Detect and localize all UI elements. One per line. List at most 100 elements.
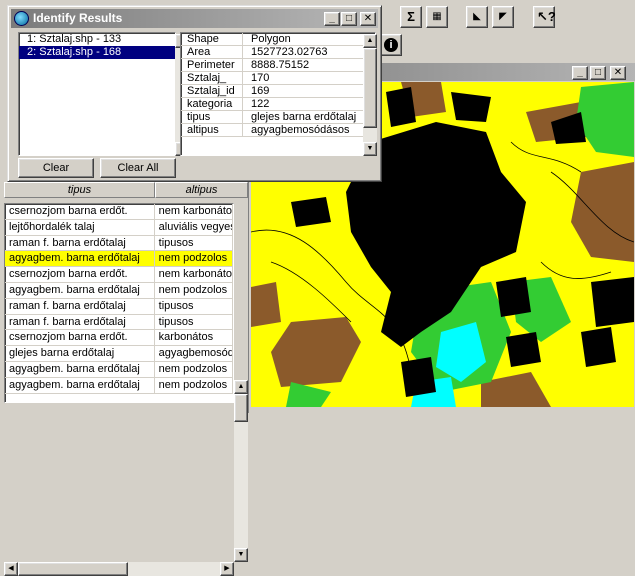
identify-results-dialog: Identify Results _ □ ✕ 1: Sztalaj.shp - … [7, 5, 382, 182]
attribute-row: tipus glejes barna erdőtalaj [181, 111, 375, 124]
map-polygon [401, 357, 436, 397]
table-body: csernozjom barna erdőt. nem karbonátos lej… [4, 203, 234, 403]
feature-list-item[interactable]: 2: Sztalaj.shp - 168 [19, 46, 175, 59]
clear-button[interactable]: Clear [18, 158, 94, 178]
table-row[interactable]: raman f. barna erdőtalaj tipusos [5, 235, 233, 252]
attribute-row: Sztalaj_id 169 [181, 85, 375, 98]
table-row[interactable]: agyagbem. barna erdőtalaj nem podzolos [5, 377, 233, 394]
chart-tool-button[interactable]: ◣ [466, 6, 488, 28]
scroll-up-button[interactable]: ▲ [234, 380, 248, 394]
scroll-thumb[interactable] [363, 48, 377, 128]
table-row[interactable]: lejtőhordalék talaj aluviális vegyes [5, 219, 233, 236]
table-cell: nem podzolos [155, 361, 233, 377]
map-polygon [386, 87, 416, 127]
attribute-key: Sztalaj_id [181, 85, 243, 97]
map-maximize-button[interactable]: □ [590, 66, 606, 80]
attribute-key: Perimeter [181, 59, 243, 71]
table-cell: nem podzolos [155, 282, 233, 298]
table-cell: csernozjom barna erdőt. [5, 330, 155, 346]
globe-icon [14, 11, 29, 26]
feature-list-items: 1: Sztalaj.shp - 133 2: Sztalaj.shp - 168 [19, 33, 175, 59]
map-polygon [291, 197, 331, 227]
scroll-left-button[interactable]: ◀ [4, 562, 18, 576]
table-row[interactable]: raman f. barna erdőtalaj tipusos [5, 314, 233, 331]
table-cell: tipusos [155, 314, 233, 330]
table-cell: agyagbem. barna erdőtalaj [5, 377, 155, 393]
attribute-value: Polygon [251, 33, 291, 45]
feature-list[interactable]: 1: Sztalaj.shp - 133 2: Sztalaj.shp - 168… [18, 32, 189, 156]
table-cell: tipusos [155, 235, 233, 251]
layout-icon: ◤ [499, 11, 507, 22]
arrow-down-icon: ▼ [366, 145, 374, 152]
table-row[interactable]: raman f. barna erdőtalaj tipusos [5, 298, 233, 315]
map-close-button[interactable]: ✕ [610, 66, 626, 80]
table-vertical-scrollbar[interactable]: ▲ ▼ [234, 380, 248, 562]
scroll-thumb[interactable] [18, 562, 128, 576]
table-cell: agyagbem. barna erdőtalaj [5, 282, 155, 298]
table-horizontal-scrollbar[interactable]: ◀ ▶ [4, 562, 234, 576]
help-tool-button[interactable]: ↖? [533, 6, 556, 28]
table-row[interactable]: agyagbem. barna erdőtalaj nem podzolos [5, 282, 233, 299]
arrow-up-icon: ▲ [237, 383, 245, 390]
feature-list-item[interactable]: 1: Sztalaj.shp - 133 [19, 33, 175, 46]
attribute-key: tipus [181, 111, 243, 123]
attribute-row: kategoria 122 [181, 98, 375, 111]
chart-icon: ◣ [473, 11, 481, 22]
arrow-right-icon: ▶ [224, 565, 230, 572]
table-cell: nem karbonátos [155, 267, 233, 282]
table-cell: tipusos [155, 298, 233, 314]
attribute-value: 169 [251, 85, 270, 97]
map-minimize-button[interactable]: _ [572, 66, 588, 80]
identify-tool-button[interactable]: i [380, 34, 402, 56]
table-row[interactable]: agyagbem. barna erdőtalaj nem podzolos [5, 361, 233, 378]
attribute-grid: Shape Polygon Area 1527723.02763 Perimeter 88… [180, 32, 377, 156]
attribute-key: altipus [181, 124, 243, 136]
arrow-down-icon: ▼ [237, 551, 245, 558]
dialog-minimize-button[interactable]: _ [324, 12, 340, 26]
attribute-row: Sztalaj_ 170 [181, 72, 375, 85]
map-polygon [591, 277, 634, 327]
map-polygon [251, 282, 281, 327]
clear-all-button[interactable]: Clear All [100, 158, 176, 178]
dialog-titlebar[interactable]: Identify Results _ □ ✕ [11, 9, 378, 28]
scroll-up-button[interactable]: ▲ [363, 34, 377, 48]
calculator-icon: ▦ [432, 11, 442, 22]
arrow-up-icon: ▲ [366, 37, 374, 44]
attribute-row: Area 1527723.02763 [181, 46, 375, 59]
table-cell: karbonátos [155, 330, 233, 346]
scroll-thumb[interactable] [234, 394, 248, 422]
table-cell: csernozjom barna erdőt. [5, 204, 155, 219]
scroll-down-button[interactable]: ▼ [363, 142, 377, 156]
attribute-value: 170 [251, 72, 270, 84]
calculator-tool-button[interactable]: ▦ [426, 6, 448, 28]
table-row[interactable]: csernozjom barna erdőt. karbonátos [5, 330, 233, 347]
table-cell: nem podzolos [155, 377, 233, 393]
table-cell: nem karbonátos [155, 204, 233, 219]
column-header-altipus[interactable]: altipus [155, 182, 248, 198]
scroll-down-button[interactable]: ▼ [234, 548, 248, 562]
attribute-value: 8888.75152 [251, 59, 310, 71]
dialog-maximize-button[interactable]: □ [341, 12, 357, 26]
table-row[interactable]: agyagbem. barna erdőtalaj nem podzolos [5, 251, 233, 268]
attribute-row: Shape Polygon [181, 33, 375, 46]
attribute-scrollbar[interactable]: ▲ ▼ [363, 34, 377, 156]
table-row[interactable]: csernozjom barna erdőt. nem karbonátos [5, 267, 233, 283]
sigma-tool-button[interactable]: Σ [400, 6, 422, 28]
table-row[interactable]: glejes barna erdőtalajagyagbemosódásos [5, 346, 233, 362]
attribute-value: glejes barna erdőtalaj [251, 111, 357, 123]
attribute-key: Sztalaj_ [181, 72, 243, 84]
table-cell: raman f. barna erdőtalaj [5, 235, 155, 251]
layout-tool-button[interactable]: ◤ [492, 6, 514, 28]
table-row[interactable]: csernozjom barna erdőt. nem karbonátos [5, 204, 233, 220]
attribute-key: Area [181, 46, 243, 58]
attribute-key: kategoria [181, 98, 243, 110]
scroll-right-button[interactable]: ▶ [220, 562, 234, 576]
map-polygon [506, 332, 541, 367]
attribute-rows: Shape Polygon Area 1527723.02763 Perimeter 88… [181, 33, 375, 137]
dialog-close-button[interactable]: ✕ [360, 12, 376, 26]
arrow-left-icon: ◀ [8, 565, 14, 572]
column-header-tipus[interactable]: tipus [4, 182, 155, 198]
attribute-row: altipus agyagbemosódásos [181, 124, 375, 137]
attribute-value: 122 [251, 98, 270, 110]
close-icon: ✕ [363, 13, 373, 24]
